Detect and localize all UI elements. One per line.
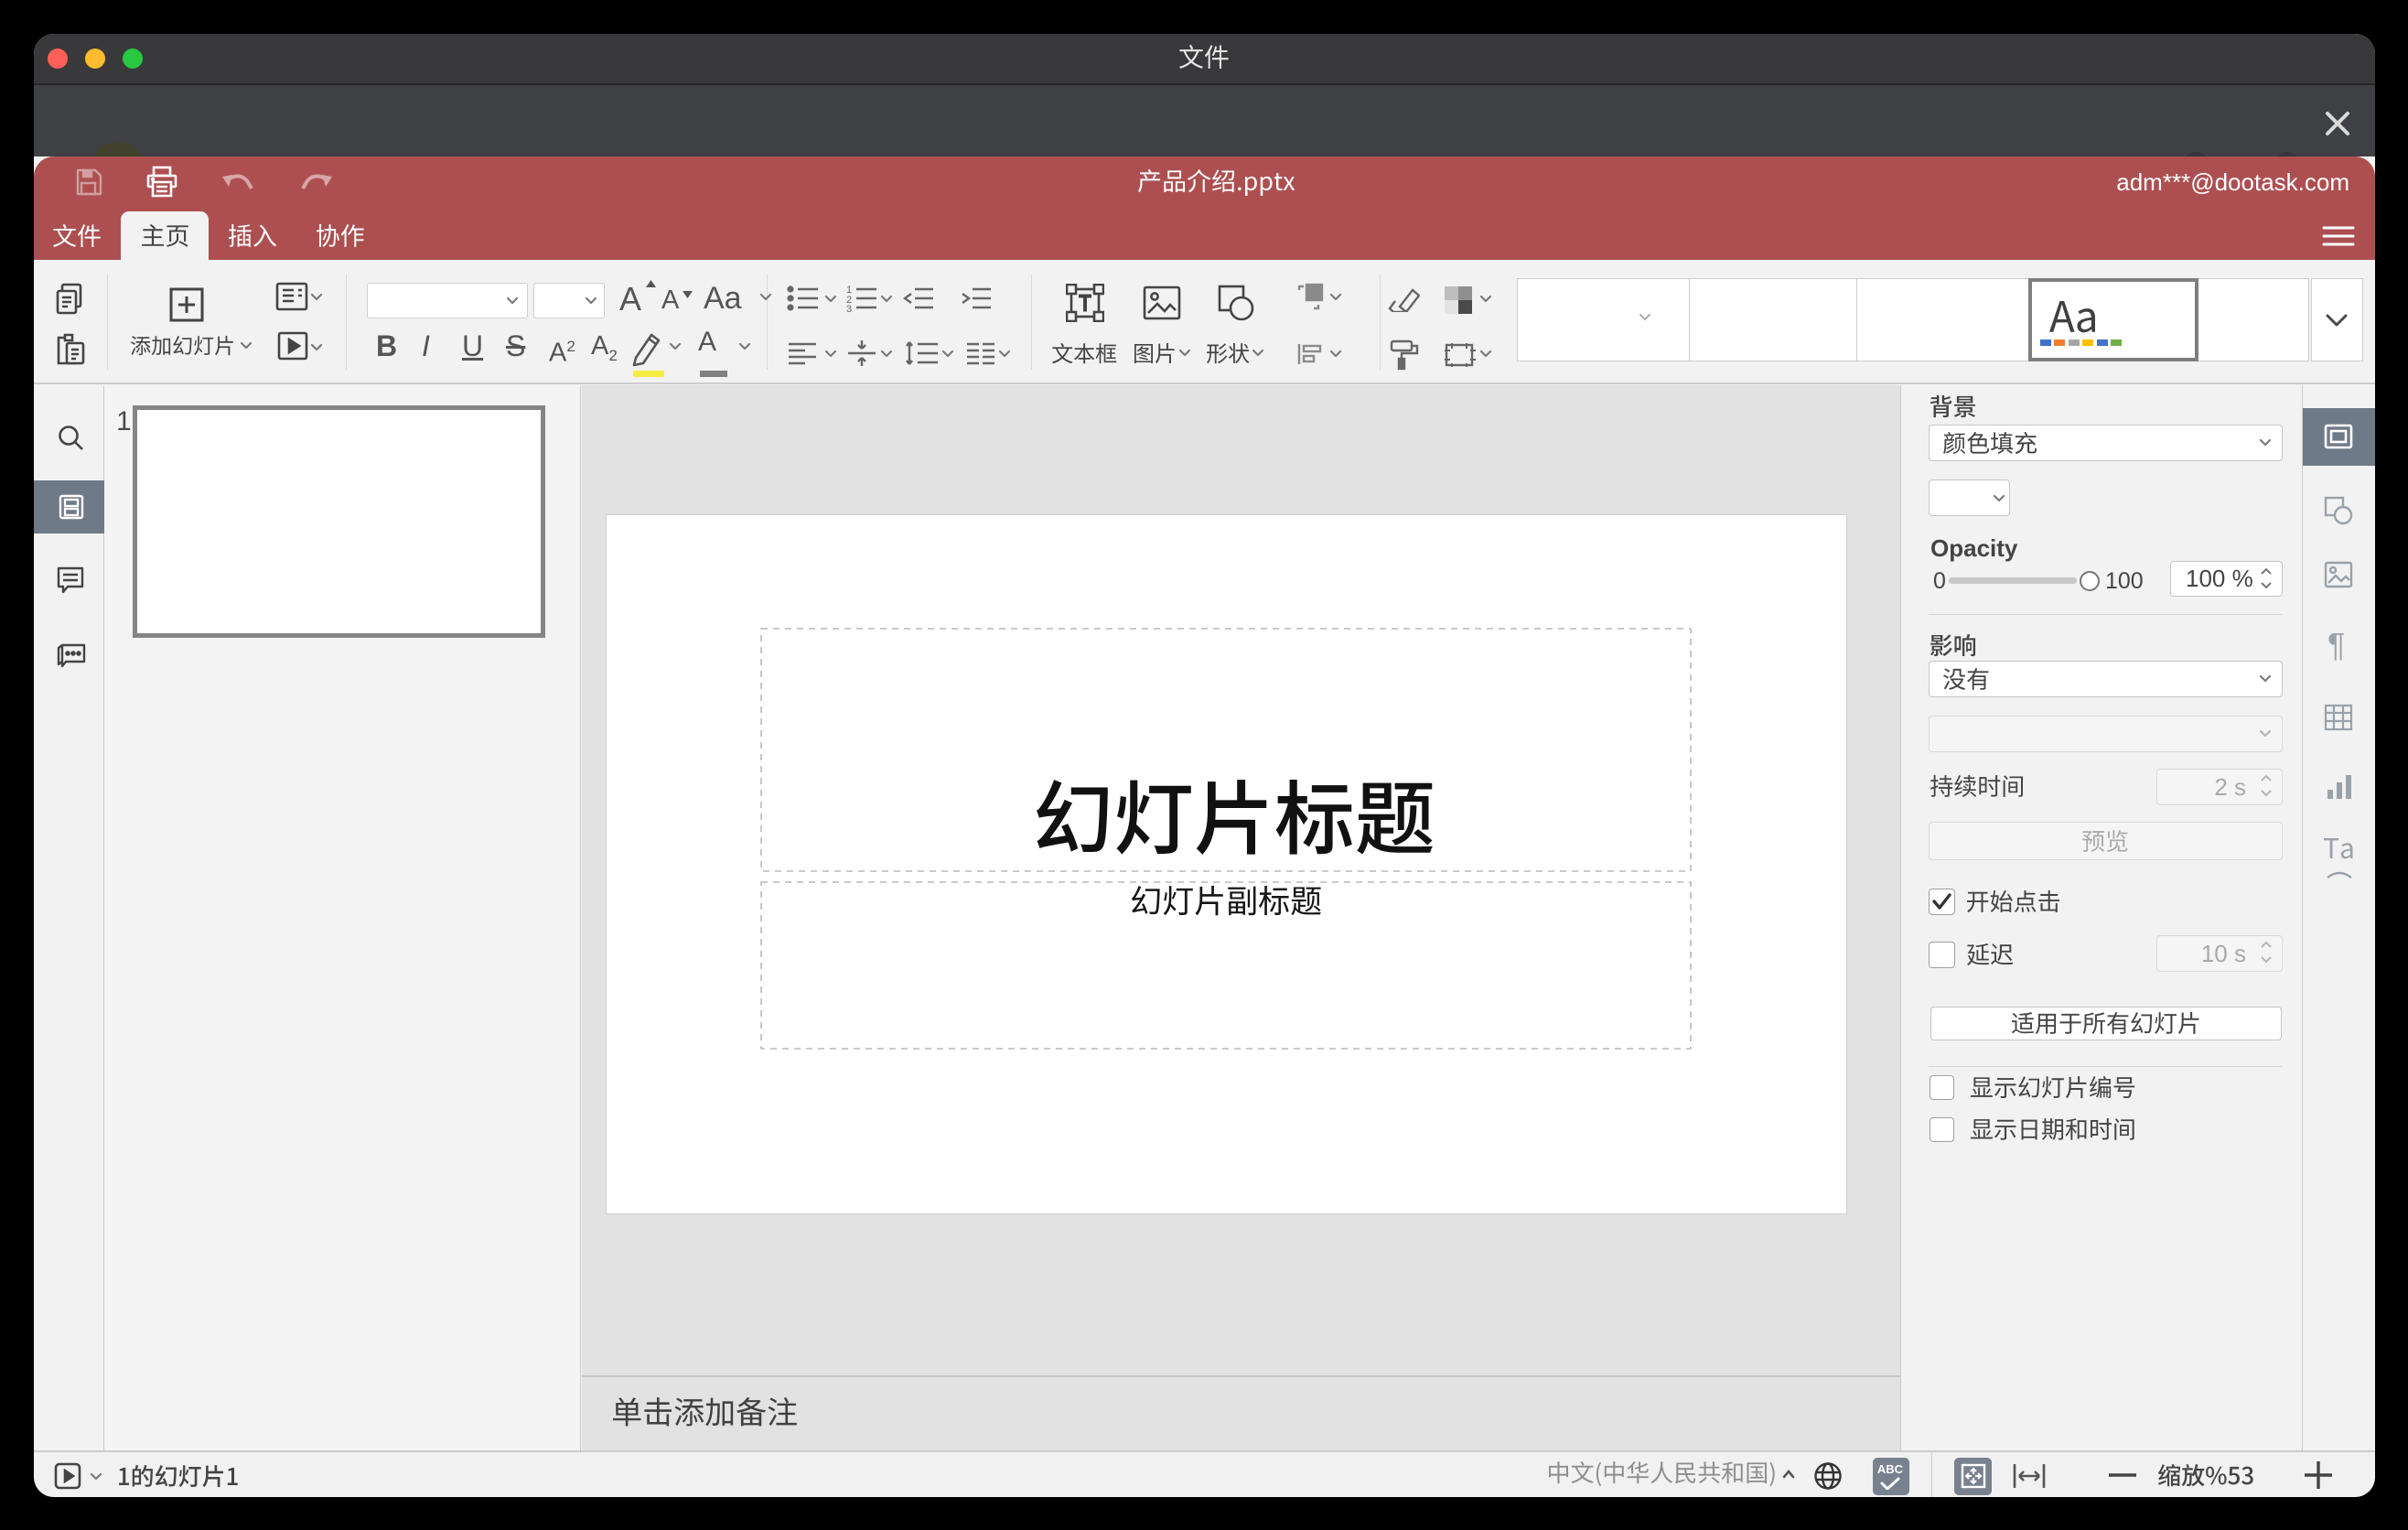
svg-text:3: 3 [846,304,852,313]
